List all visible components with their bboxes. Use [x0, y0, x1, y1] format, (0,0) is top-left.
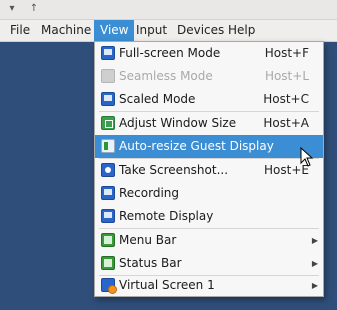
menu-item-label: Virtual Screen 1	[119, 278, 215, 292]
menu-item-adjust-window-size[interactable]: Adjust Window Size Host+A	[95, 112, 323, 135]
menubar: File Machine View Input Devices Help	[0, 20, 337, 42]
submenu-arrow-icon: ▶	[311, 236, 318, 245]
menu-help[interactable]: Help	[222, 20, 261, 41]
menu-item-shortcut: Host+F	[264, 46, 309, 60]
menu-item-full-screen[interactable]: Full-screen Mode Host+F	[95, 42, 323, 65]
menu-item-shortcut: Host+L	[264, 69, 309, 83]
menu-item-label: Status Bar	[119, 256, 182, 270]
window-titlebar: ▾ ↑	[0, 0, 337, 20]
menu-item-menu-bar[interactable]: Menu Bar ▶	[95, 229, 323, 252]
menu-item-label: Take Screenshot...	[119, 163, 229, 177]
recording-icon	[101, 186, 115, 200]
remote-display-icon	[101, 209, 115, 223]
submenu-arrow-icon: ▶	[311, 281, 318, 290]
menu-item-label: Menu Bar	[119, 233, 177, 247]
pin-icon[interactable]: ↑	[28, 3, 40, 14]
menu-item-remote-display[interactable]: Remote Display	[95, 205, 323, 228]
status-bar-icon	[101, 256, 115, 270]
menu-item-status-bar[interactable]: Status Bar ▶	[95, 252, 323, 275]
menu-item-label: Auto-resize Guest Display	[119, 139, 274, 153]
screenshot-icon	[101, 163, 115, 177]
menu-view[interactable]: View	[94, 20, 135, 41]
seamless-icon	[101, 69, 115, 83]
menu-item-take-screenshot[interactable]: Take Screenshot... Host+E	[95, 159, 323, 182]
menu-item-recording[interactable]: Recording	[95, 182, 323, 205]
menu-item-virtual-screen-1[interactable]: Virtual Screen 1 ▶	[95, 274, 323, 297]
menu-input[interactable]: Input	[130, 20, 173, 41]
menu-item-auto-resize[interactable]: Auto-resize Guest Display	[95, 135, 323, 158]
menu-item-label: Adjust Window Size	[119, 116, 237, 130]
scaled-icon	[101, 92, 115, 106]
menu-item-label: Scaled Mode	[119, 92, 196, 106]
virtual-screen-icon	[101, 278, 117, 294]
menu-bar-icon	[101, 233, 115, 247]
auto-resize-icon	[101, 139, 115, 153]
menu-file[interactable]: File	[4, 20, 36, 41]
menu-item-label: Full-screen Mode	[119, 46, 221, 60]
menu-item-shortcut: Host+A	[263, 116, 309, 130]
menu-item-shortcut: Host+C	[263, 92, 309, 106]
submenu-arrow-icon: ▶	[311, 259, 318, 268]
menu-item-seamless: Seamless Mode Host+L	[95, 65, 323, 88]
mouse-cursor-icon	[300, 147, 314, 167]
menu-item-label: Recording	[119, 186, 180, 200]
view-menu-dropdown: Full-screen Mode Host+F Seamless Mode Ho…	[94, 41, 324, 297]
menu-machine[interactable]: Machine	[35, 20, 97, 41]
menu-item-label: Remote Display	[119, 209, 214, 223]
adjust-window-icon	[101, 116, 115, 130]
menu-item-label: Seamless Mode	[119, 69, 213, 83]
collapse-icon[interactable]: ▾	[6, 3, 18, 14]
fullscreen-icon	[101, 46, 115, 60]
menu-item-scaled[interactable]: Scaled Mode Host+C	[95, 88, 323, 111]
